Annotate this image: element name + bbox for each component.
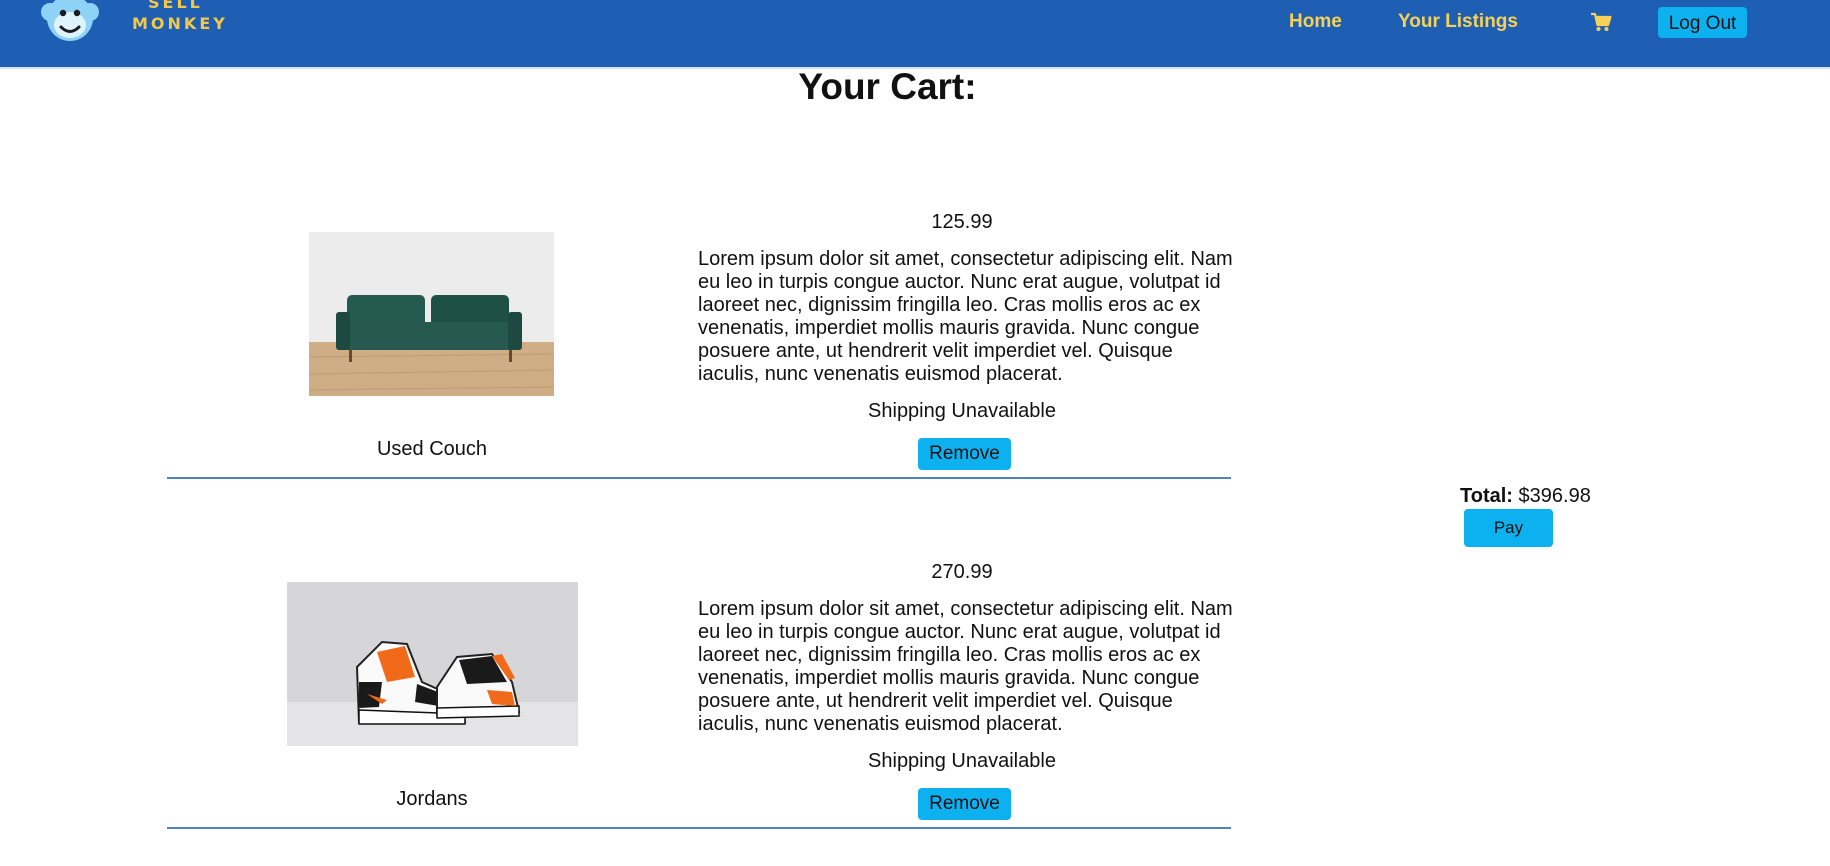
item-name: Jordans [396,788,468,810]
item-divider [167,827,1231,829]
item-image-jordans [287,582,578,746]
item-description: Lorem ipsum dolor sit amet, consectetur … [698,598,1233,735]
item-shipping-status: Shipping Unavailable [868,750,1056,772]
cart-item: Used Couch 125.99 Lorem ipsum dolor sit … [167,205,1233,479]
item-price: 125.99 [931,211,993,233]
brand-line-1: SELL [148,0,203,12]
pay-button[interactable]: Pay [1464,509,1553,547]
cart-total: Total: $396.98 [1460,485,1591,508]
remove-button[interactable]: Remove [918,788,1011,820]
monkey-logo-icon [41,0,99,41]
log-out-button[interactable]: Log Out [1658,7,1747,38]
total-value: $396.98 [1518,485,1591,507]
nav-link-your-listings[interactable]: Your Listings [1398,11,1518,33]
remove-button[interactable]: Remove [918,438,1011,470]
item-name: Used Couch [376,438,488,460]
item-image-couch [309,232,554,396]
brand-line-2: MONKEY [132,14,228,33]
shopping-cart-icon[interactable] [1590,12,1612,32]
page-title: Your Cart: [798,66,977,107]
brand-logo[interactable]: SELL MONKEY [40,0,225,48]
item-price: 270.99 [931,561,993,583]
cart-item: Jordans 270.99 Lorem ipsum dolor sit ame… [167,555,1233,829]
item-description: Lorem ipsum dolor sit amet, consectetur … [698,248,1233,385]
nav-link-home[interactable]: Home [1289,11,1342,33]
navbar: SELL MONKEY Home Your Listings Log Out [0,0,1830,69]
item-shipping-status: Shipping Unavailable [868,400,1056,422]
item-divider [167,477,1231,479]
total-label: Total: [1460,485,1513,507]
